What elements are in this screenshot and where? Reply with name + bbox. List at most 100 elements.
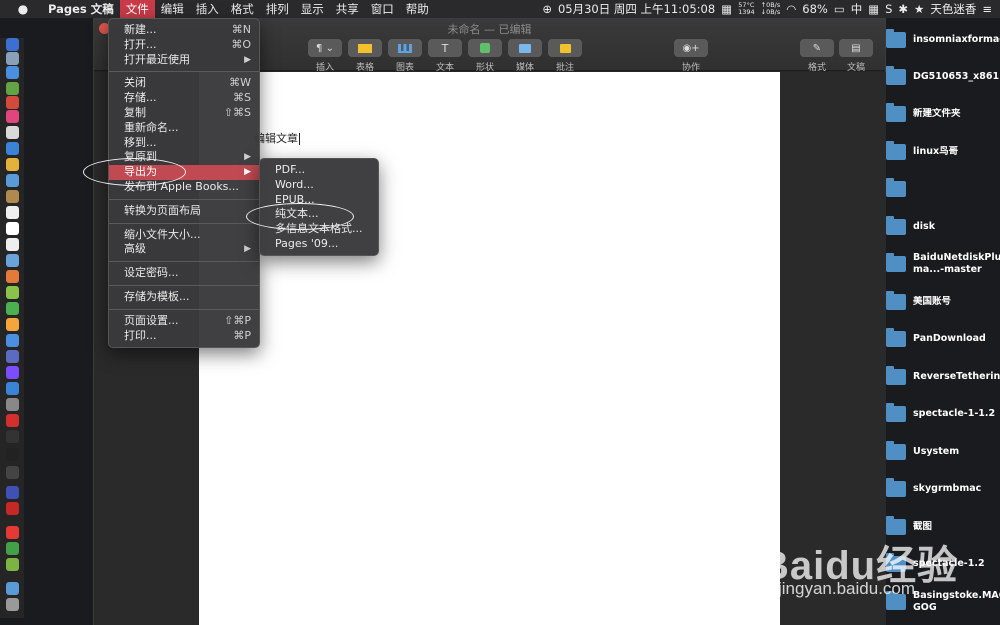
comment-button[interactable] [548,39,582,57]
menu-edit[interactable]: 编辑 [155,0,190,18]
desktop-folder[interactable]: 美国账号 [886,287,1000,317]
menu-window[interactable]: 窗口 [365,0,400,18]
wechat-icon[interactable] [6,302,19,315]
menu-share[interactable]: 共享 [330,0,365,18]
finder-icon[interactable] [6,38,19,51]
desktop-folder[interactable]: Usystem [886,437,1000,467]
menu-arrange[interactable]: 排列 [260,0,295,18]
app-icon[interactable] [6,254,19,267]
app-icon[interactable] [6,206,19,219]
menu-item-move-to[interactable]: 移到... [109,136,259,151]
wifi-icon[interactable]: ◠ [786,2,796,16]
globe-icon[interactable]: ⊕ [542,2,552,16]
desktop-folder[interactable]: 新建文件夹 [886,99,1000,129]
app-icon[interactable] [6,174,19,187]
desktop-folder[interactable]: insomniaxformacHHB_jb51 [886,25,1000,55]
network-readout[interactable]: ↑0B/s ↓0B/s [761,2,781,16]
app-icon[interactable] [6,526,19,539]
menu-item-print[interactable]: 打印... ⌘P [109,329,259,344]
app-icon[interactable] [6,542,19,555]
input-method[interactable]: 中 [851,1,863,17]
textedit-icon[interactable] [6,222,19,235]
s-app-icon[interactable]: S [885,2,892,16]
cpu-temp-readout[interactable]: 57°C 1394 [738,2,755,16]
menu-item-reduce-file-size[interactable]: 缩小文件大小... [109,228,259,243]
notes-icon[interactable] [6,190,19,203]
launchpad-icon[interactable] [6,52,19,65]
menu-item-save-as-template[interactable]: 存储为模板... [109,290,259,305]
app-icon[interactable] [6,398,19,411]
menu-item-rename[interactable]: 重新命名... [109,121,259,136]
desktop-folder[interactable]: PanDownload [886,324,1000,354]
grid-icon[interactable]: ▦ [868,2,879,16]
app-icon[interactable] [6,270,19,283]
yandex-icon[interactable] [6,502,19,515]
app-icon[interactable] [6,110,19,123]
battery-icon[interactable]: ▭ [834,2,845,16]
menu-item-page-setup[interactable]: 页面设置... ⇧⌘P [109,314,259,329]
document-body[interactable]: 编辑文章 [254,130,300,146]
menu-format[interactable]: 格式 [225,0,260,18]
datetime[interactable]: 05月30日 周四 上午11:05:08 [558,1,715,17]
trash-icon[interactable] [6,598,19,611]
app-icon[interactable] [6,414,19,427]
menu-help[interactable]: 帮助 [400,0,435,18]
battery-percent[interactable]: 68% [802,2,828,16]
menu-item-close[interactable]: 关闭 ⌘W [109,76,259,91]
export-word[interactable]: Word... [260,178,378,193]
menu-item-advanced[interactable]: 高级 ▶ [109,242,259,257]
document-button[interactable]: ▤ [839,39,873,57]
export-pages-09[interactable]: Pages '09... [260,237,378,252]
pages-icon[interactable] [6,318,19,331]
shape-button[interactable] [468,39,502,57]
menu-item-save[interactable]: 存储... ⌘S [109,91,259,106]
media-button[interactable] [508,39,542,57]
document-text[interactable]: 编辑文章 [254,132,298,145]
app-icon[interactable] [6,126,19,139]
desktop-folder[interactable] [886,174,1000,204]
app-icon[interactable] [6,448,19,461]
star-icon[interactable]: ★ [914,2,924,16]
desktop-folder[interactable]: ReverseTetheringServer_1.2.0 [886,362,1000,392]
desktop-folder[interactable]: skygrmbmac [886,474,1000,504]
menu-file[interactable]: 文件 [119,0,155,18]
app-store-icon[interactable] [6,382,19,395]
text-button[interactable]: T [428,39,462,57]
menu-list-icon[interactable]: ≡ [982,2,992,16]
apple-menu-icon[interactable]: ● [14,2,32,16]
desktop-folder[interactable]: linux鸟哥 [886,137,1000,167]
menu-item-new[interactable]: 新建... ⌘N [109,23,259,38]
insert-button[interactable]: ¶ ⌄ [308,39,342,57]
export-pdf[interactable]: PDF... [260,163,378,178]
desktop-folder[interactable]: BaiduNetdiskPlugin-ma...-master [886,249,1000,279]
app-icon[interactable] [6,350,19,363]
app-icon[interactable] [6,96,19,109]
menu-view[interactable]: 显示 [295,0,330,18]
chart-button[interactable] [388,39,422,57]
itunes-icon[interactable] [6,366,19,379]
menu-item-open-recent[interactable]: 打开最近使用 ▶ [109,53,259,68]
app-icon[interactable] [6,142,19,155]
format-button[interactable]: ✎ [800,39,834,57]
bluetooth-icon[interactable]: ✱ [898,2,908,16]
menu-item-duplicate[interactable]: 复制 ⇧⌘S [109,106,259,121]
chrome-icon[interactable] [6,158,19,171]
app-menu[interactable]: Pages 文稿 [42,0,120,18]
menu-item-convert-page-layout[interactable]: 转换为页面布局 [109,204,259,219]
vpn-icon[interactable] [6,486,19,499]
app-icon[interactable] [6,466,19,479]
app-icon[interactable] [6,286,19,299]
wechat-icon[interactable] [6,558,19,571]
menu-item-open[interactable]: 打开... ⌘O [109,38,259,53]
user-name[interactable]: 天色迷香 [930,1,976,17]
table-button[interactable] [348,39,382,57]
safari-icon[interactable] [6,66,19,79]
android-icon[interactable] [6,82,19,95]
menu-item-set-password[interactable]: 设定密码... [109,266,259,281]
terminal-icon[interactable] [6,430,19,443]
desktop-folder[interactable]: spectacle-1-1.2 [886,399,1000,429]
keynote-icon[interactable] [6,334,19,347]
collaborate-button[interactable]: ◉+ [674,39,708,57]
desktop-folder[interactable]: disk [886,212,1000,242]
menu-insert[interactable]: 插入 [190,0,225,18]
